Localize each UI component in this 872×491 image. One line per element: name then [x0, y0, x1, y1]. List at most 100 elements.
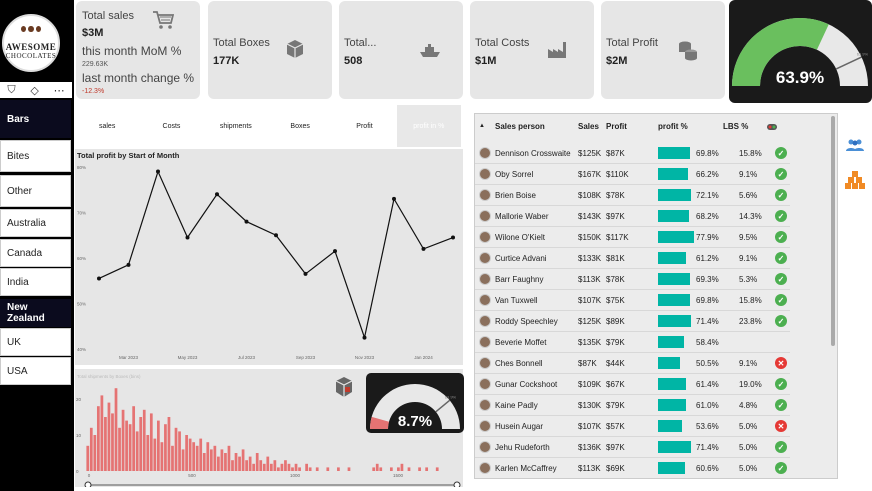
histogram-bar[interactable] — [209, 449, 213, 471]
data-point[interactable] — [185, 235, 190, 240]
histogram-bar[interactable] — [245, 460, 248, 471]
slicer-item-usa[interactable]: USA — [0, 357, 71, 385]
histogram-bar[interactable] — [111, 413, 114, 471]
histogram-bar[interactable] — [146, 435, 150, 471]
histogram-bar[interactable] — [418, 467, 421, 471]
data-point[interactable] — [215, 192, 219, 197]
table-row[interactable]: Dennison Crosswaite $125K $87K 69.8% 15.8% ✓ — [475, 143, 790, 164]
table-row[interactable]: Wilone O'Kielt $150K $117K 77.9% 9.5% ✓ — [475, 227, 790, 248]
slicer-item-bites[interactable]: Bites — [0, 140, 71, 172]
histogram-bar[interactable] — [379, 467, 383, 471]
histogram-bar[interactable] — [167, 417, 171, 471]
histogram-bar[interactable] — [86, 445, 90, 471]
tab-profit-in-[interactable]: profit in % — [396, 105, 461, 147]
table-row[interactable]: Kaine Padly $130K $79K 61.0% 4.8% ✓ — [475, 395, 790, 416]
data-point[interactable] — [421, 246, 426, 251]
histogram-bar[interactable] — [139, 417, 143, 471]
range-slider-max-handle[interactable] — [453, 481, 461, 489]
histogram-bar[interactable] — [269, 463, 273, 471]
table-row[interactable]: Karlen McCaffrey $113K $69K 60.6% 5.0% ✓ — [475, 458, 790, 478]
tab-costs[interactable]: Costs — [139, 105, 203, 147]
slicer-item-new-zealand[interactable]: New Zealand — [0, 299, 71, 327]
histogram-bar[interactable] — [262, 463, 266, 471]
histogram-bar[interactable] — [160, 442, 164, 471]
table-row[interactable]: Van Tuxwell $107K $75K 69.8% 15.8% ✓ — [475, 290, 790, 311]
histogram-bar[interactable] — [389, 467, 393, 471]
histogram-bar[interactable] — [305, 463, 308, 471]
eraser-icon[interactable]: ◇ — [30, 84, 38, 97]
table-row[interactable]: Roddy Speechley $125K $89K 71.4% 23.8% ✓ — [475, 311, 790, 332]
histogram-bar[interactable] — [157, 420, 160, 471]
histogram-bar[interactable] — [294, 463, 298, 471]
slicer-item-uk[interactable]: UK — [0, 328, 71, 356]
table-row[interactable]: Husein Augar $107K $57K 53.6% 5.0% ✕ — [475, 416, 790, 437]
histogram-bar[interactable] — [100, 395, 104, 471]
histogram-bar[interactable] — [188, 438, 192, 471]
histogram-bar[interactable] — [407, 467, 411, 471]
histogram-bar[interactable] — [96, 406, 100, 471]
histogram-bar[interactable] — [255, 453, 259, 471]
histogram-bar[interactable] — [280, 463, 284, 471]
table-row[interactable]: Gunar Cockshoot $109K $67K 61.4% 19.0% ✓ — [475, 374, 790, 395]
histogram-bar[interactable] — [185, 435, 188, 471]
data-point[interactable] — [97, 276, 101, 281]
histogram-bar[interactable] — [132, 406, 136, 471]
tab-boxes[interactable]: Boxes — [268, 105, 332, 147]
histogram-bar[interactable] — [435, 467, 439, 471]
data-point[interactable] — [303, 271, 308, 276]
histogram-bar[interactable] — [93, 435, 97, 471]
histogram-bar[interactable] — [375, 463, 379, 471]
histogram-bar[interactable] — [238, 456, 241, 471]
table-row[interactable]: Beverie Moffet $135K $79K 58.4% — [475, 332, 790, 353]
data-point[interactable] — [126, 262, 131, 267]
tab-sales[interactable]: sales — [75, 105, 139, 147]
histogram-bar[interactable] — [224, 453, 227, 471]
range-slider-min-handle[interactable] — [84, 481, 92, 489]
histogram-bar[interactable] — [266, 456, 270, 471]
data-point[interactable] — [362, 335, 367, 340]
histogram-bar[interactable] — [217, 456, 220, 471]
header-lbs-pct[interactable]: LBS % — [723, 122, 748, 131]
tab-shipments[interactable]: shipments — [204, 105, 268, 147]
histogram-bar[interactable] — [195, 445, 199, 471]
histogram-bar[interactable] — [259, 460, 263, 471]
histogram-bar[interactable] — [213, 445, 217, 471]
histogram-bar[interactable] — [372, 467, 376, 471]
slicer-item-canada[interactable]: Canada — [0, 239, 71, 267]
histogram-bar[interactable] — [284, 460, 287, 471]
histogram-bar[interactable] — [114, 388, 118, 471]
histogram-bar[interactable] — [298, 467, 301, 471]
histogram-bar[interactable] — [171, 445, 174, 471]
table-row[interactable]: Oby Sorrel $167K $110K 66.2% 9.1% ✓ — [475, 164, 790, 185]
histogram-bar[interactable] — [164, 424, 167, 471]
histogram-bar[interactable] — [89, 427, 93, 471]
slicer-item-other[interactable]: Other — [0, 175, 71, 207]
people-icon[interactable] — [846, 138, 864, 157]
filter-icon[interactable]: ⛉ — [7, 84, 15, 97]
histogram-bar[interactable] — [241, 449, 245, 471]
histogram-bar[interactable] — [104, 417, 107, 471]
histogram-bar[interactable] — [291, 467, 294, 471]
histogram-bar[interactable] — [153, 438, 157, 471]
data-point[interactable] — [274, 233, 278, 238]
data-point[interactable] — [244, 219, 249, 224]
histogram-bar[interactable] — [315, 467, 319, 471]
data-point[interactable] — [156, 169, 160, 174]
histogram-bar[interactable] — [308, 467, 312, 471]
sort-icon[interactable]: ▲ — [479, 123, 485, 129]
histogram-bar[interactable] — [202, 453, 206, 471]
histogram-bar[interactable] — [192, 442, 196, 471]
histogram-bar[interactable] — [149, 413, 153, 471]
histogram-bar[interactable] — [277, 467, 280, 471]
histogram-bar[interactable] — [206, 442, 210, 471]
histogram-bar[interactable] — [121, 409, 125, 471]
histogram-bar[interactable] — [397, 467, 400, 471]
tab-profit[interactable]: Profit — [332, 105, 396, 147]
histogram-bar[interactable] — [273, 460, 277, 471]
histogram-bar[interactable] — [347, 467, 351, 471]
table-row[interactable]: Brien Boise $108K $78K 72.1% 5.6% ✓ — [475, 185, 790, 206]
boxes-icon[interactable] — [845, 170, 865, 195]
data-point[interactable] — [333, 249, 337, 254]
table-scrollbar[interactable] — [831, 116, 835, 346]
histogram-bar[interactable] — [234, 453, 238, 471]
